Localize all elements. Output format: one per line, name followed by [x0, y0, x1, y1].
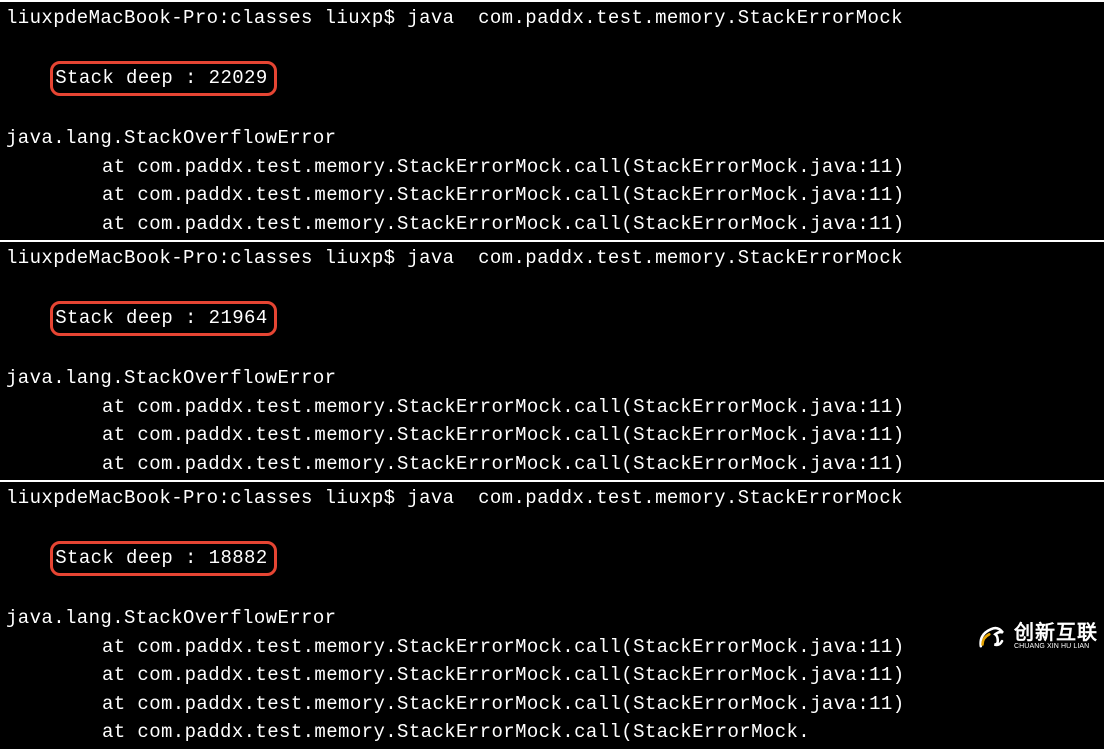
stacktrace-line: at com.paddx.test.memory.StackErrorMock.… [6, 421, 1098, 450]
terminal-run-1: liuxpdeMacBook-Pro:classes liuxp$ java c… [0, 0, 1104, 240]
highlight-stack-deep: Stack deep : 22029 [50, 61, 276, 96]
watermark-en: CHUANG XIN HU LIAN [1014, 643, 1098, 650]
stacktrace-line: at com.paddx.test.memory.StackErrorMock.… [6, 718, 1098, 747]
stacktrace-line: at com.paddx.test.memory.StackErrorMock.… [6, 181, 1098, 210]
highlight-stack-deep: Stack deep : 18882 [50, 541, 276, 576]
stacktrace-line: at com.paddx.test.memory.StackErrorMock.… [6, 153, 1098, 182]
error-line: java.lang.StackOverflowError [6, 604, 1098, 633]
highlight-stack-deep: Stack deep : 21964 [50, 301, 276, 336]
watermark-cn: 创新互联 [1014, 623, 1098, 643]
stack-deep-line: Stack deep : 18882 [6, 513, 1098, 605]
command-prompt-line: liuxpdeMacBook-Pro:classes liuxp$ java c… [6, 4, 1098, 33]
stack-deep-line: Stack deep : 21964 [6, 273, 1098, 365]
command-prompt-line: liuxpdeMacBook-Pro:classes liuxp$ java c… [6, 244, 1098, 273]
watermark: 创新互联 CHUANG XIN HU LIAN [974, 619, 1098, 653]
error-line: java.lang.StackOverflowError [6, 364, 1098, 393]
error-line: java.lang.StackOverflowError [6, 124, 1098, 153]
stacktrace-line: at com.paddx.test.memory.StackErrorMock.… [6, 393, 1098, 422]
terminal-run-2: liuxpdeMacBook-Pro:classes liuxp$ java c… [0, 240, 1104, 480]
watermark-text: 创新互联 CHUANG XIN HU LIAN [1014, 623, 1098, 650]
terminal-run-3: liuxpdeMacBook-Pro:classes liuxp$ java c… [0, 480, 1104, 749]
watermark-logo-icon [974, 619, 1008, 653]
stacktrace-line: at com.paddx.test.memory.StackErrorMock.… [6, 450, 1098, 479]
stacktrace-line: at com.paddx.test.memory.StackErrorMock.… [6, 661, 1098, 690]
stacktrace-line: at com.paddx.test.memory.StackErrorMock.… [6, 690, 1098, 719]
stacktrace-line: at com.paddx.test.memory.StackErrorMock.… [6, 210, 1098, 239]
command-prompt-line: liuxpdeMacBook-Pro:classes liuxp$ java c… [6, 484, 1098, 513]
stack-deep-line: Stack deep : 22029 [6, 33, 1098, 125]
stacktrace-line: at com.paddx.test.memory.StackErrorMock.… [6, 633, 1098, 662]
